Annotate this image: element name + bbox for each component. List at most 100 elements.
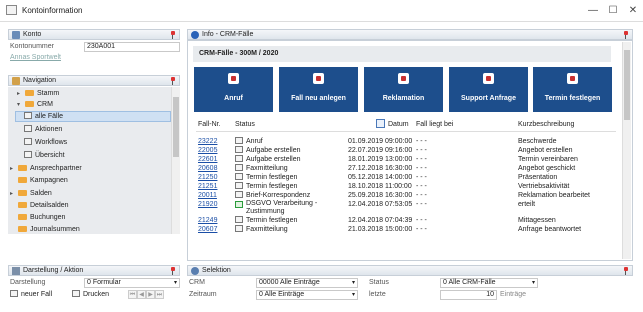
tile-termin-festlegen[interactable]: Termin festlegen bbox=[533, 67, 612, 112]
darstellung-select[interactable]: 0 Formular ▾ bbox=[84, 278, 180, 288]
folder-icon bbox=[18, 202, 27, 208]
scroll-thumb[interactable] bbox=[173, 97, 179, 157]
nav-label: Stamm bbox=[37, 90, 60, 97]
status-text: Aufgabe erstellen bbox=[246, 156, 301, 163]
darstellung-label: Darstellung bbox=[10, 279, 46, 286]
chevron-down-icon[interactable]: ▾ bbox=[352, 279, 355, 287]
kontonummer-field[interactable]: 230A001 bbox=[84, 42, 180, 52]
info-header-label: Info - CRM-Fälle bbox=[202, 31, 254, 38]
description-text: erteilt bbox=[518, 201, 536, 208]
assignee-text: - - - bbox=[416, 226, 427, 233]
info-scrollbar[interactable] bbox=[622, 42, 631, 259]
status-text: Termin festlegen bbox=[246, 183, 298, 190]
pin-icon[interactable] bbox=[170, 31, 176, 39]
chevron-down-icon[interactable]: ▾ bbox=[352, 291, 355, 299]
page-icon bbox=[24, 125, 32, 132]
tile-label: Support Anfrage bbox=[461, 95, 516, 102]
filter-icon bbox=[191, 267, 199, 275]
page-icon bbox=[24, 112, 32, 119]
calendar-icon bbox=[376, 119, 385, 128]
kontonummer-label: Kontonummer bbox=[10, 43, 54, 50]
tile-label: Anruf bbox=[224, 95, 243, 102]
phone-icon bbox=[228, 73, 239, 84]
expand-icon[interactable]: ▸ bbox=[10, 164, 18, 175]
navigation-panel-header: Navigation bbox=[8, 75, 180, 86]
eintraege-label: Einträge bbox=[500, 291, 527, 298]
pin-icon[interactable] bbox=[623, 31, 629, 39]
new-case-icon bbox=[10, 290, 18, 297]
tile-support-anfrage[interactable]: Support Anfrage bbox=[449, 67, 528, 112]
nav-item-workflows[interactable]: Workflows bbox=[24, 137, 67, 148]
expand-icon[interactable]: ▸ bbox=[10, 189, 18, 200]
nav-item-alle-faelle[interactable]: alle Fälle bbox=[24, 111, 63, 122]
navigation-icon bbox=[12, 77, 20, 85]
tile-reklamation[interactable]: Reklamation bbox=[364, 67, 443, 112]
first-record-icon[interactable]: ⏮ bbox=[128, 290, 137, 299]
collapse-icon[interactable]: ▾ bbox=[17, 100, 25, 111]
nav-item-stamm[interactable]: ▸ Stamm bbox=[17, 88, 59, 99]
next-record-icon[interactable]: ▶ bbox=[146, 290, 155, 299]
header-divider bbox=[196, 131, 616, 132]
nav-item-crm[interactable]: ▾ CRM bbox=[17, 99, 53, 110]
nav-item-ansprechpartner[interactable]: ▸ Ansprechpartner bbox=[10, 163, 82, 174]
description-text: Anfrage beantwortet bbox=[518, 226, 582, 233]
status-value: 0 Alle CRM-Fälle bbox=[443, 279, 496, 286]
fax-icon bbox=[235, 225, 243, 232]
col-header-fall-liegt-bei[interactable]: Fall liegt bei bbox=[416, 121, 453, 128]
status-text: Termin festlegen bbox=[246, 174, 298, 181]
navigation-scrollbar[interactable] bbox=[171, 87, 180, 234]
chevron-down-icon[interactable]: ▾ bbox=[174, 279, 177, 287]
nav-item-kampagnen[interactable]: Kampagnen bbox=[18, 175, 68, 186]
last-record-icon[interactable]: ⏭ bbox=[155, 290, 164, 299]
info-panel-header: Info - CRM-Fälle bbox=[187, 29, 633, 40]
scroll-thumb[interactable] bbox=[624, 50, 630, 120]
maximize-button[interactable]: ☐ bbox=[606, 4, 620, 17]
previous-record-icon[interactable]: ◀ bbox=[137, 290, 146, 299]
table-row[interactable]: 20607 Faxmitteilung 21.03.2018 15:00:00- -… bbox=[196, 225, 606, 235]
print-button[interactable]: Drucken bbox=[72, 290, 109, 298]
col-header-datum[interactable]: Datum bbox=[388, 121, 409, 128]
case-number-link[interactable]: 21920 bbox=[198, 200, 217, 210]
folder-icon bbox=[25, 101, 34, 107]
letter-icon bbox=[235, 191, 243, 198]
calendar-icon bbox=[235, 216, 243, 223]
status-text: Faxmitteilung bbox=[246, 226, 288, 233]
nav-item-buchungen[interactable]: Buchungen bbox=[18, 212, 65, 223]
record-navigator: ⏮ ◀ ▶ ⏭ bbox=[128, 290, 164, 299]
nav-label: alle Fälle bbox=[35, 113, 64, 120]
pin-icon[interactable] bbox=[170, 77, 176, 85]
col-header-fall-nr[interactable]: Fall-Nr. bbox=[198, 121, 221, 128]
crm-subtitle: CRM-Fälle - 300M / 2020 bbox=[193, 46, 611, 62]
crm-select[interactable]: 00000 Alle Einträge ▾ bbox=[256, 278, 358, 288]
nav-item-salden[interactable]: ▸ Salden bbox=[10, 188, 52, 199]
pin-icon[interactable] bbox=[623, 267, 629, 275]
account-name-link[interactable]: Annas Sportwelt bbox=[10, 54, 61, 61]
zeitraum-select[interactable]: 0 Alle Einträge ▾ bbox=[256, 290, 358, 300]
pin-icon[interactable] bbox=[170, 267, 176, 275]
new-case-button[interactable]: neuer Fall bbox=[10, 290, 52, 298]
complaint-icon bbox=[398, 73, 409, 84]
case-number-link[interactable]: 20607 bbox=[198, 225, 217, 235]
nav-label: Salden bbox=[30, 190, 52, 197]
checkmark-icon bbox=[235, 201, 243, 208]
nav-item-detailsalden[interactable]: Detailsalden bbox=[18, 200, 69, 211]
zeitraum-value: 0 Alle Einträge bbox=[259, 291, 305, 298]
title-bar bbox=[0, 0, 643, 22]
nav-item-journalsummen[interactable]: Journalsummen bbox=[18, 224, 80, 235]
konto-icon bbox=[12, 31, 20, 39]
tile-anruf[interactable]: Anruf bbox=[194, 67, 273, 112]
nav-label: Kampagnen bbox=[30, 177, 68, 184]
status-select[interactable]: 0 Alle CRM-Fälle ▾ bbox=[440, 278, 538, 288]
nav-item-uebersicht[interactable]: Übersicht bbox=[24, 150, 65, 161]
tile-fall-neu-anlegen[interactable]: Fall neu anlegen bbox=[279, 67, 358, 112]
nav-label: Detailsalden bbox=[30, 202, 69, 209]
letzte-field[interactable]: 10 bbox=[440, 290, 497, 300]
nav-item-aktionen[interactable]: Aktionen bbox=[24, 124, 62, 135]
date-text: 12.04.2018 07:53:05 bbox=[348, 201, 413, 208]
col-header-status[interactable]: Status bbox=[235, 121, 255, 128]
minimize-button[interactable]: — bbox=[586, 4, 600, 17]
close-button[interactable]: ✕ bbox=[626, 4, 640, 17]
chevron-down-icon[interactable]: ▾ bbox=[532, 279, 535, 287]
task-icon bbox=[235, 155, 243, 162]
col-header-kurzbeschreibung[interactable]: Kurzbeschreibung bbox=[518, 121, 574, 128]
